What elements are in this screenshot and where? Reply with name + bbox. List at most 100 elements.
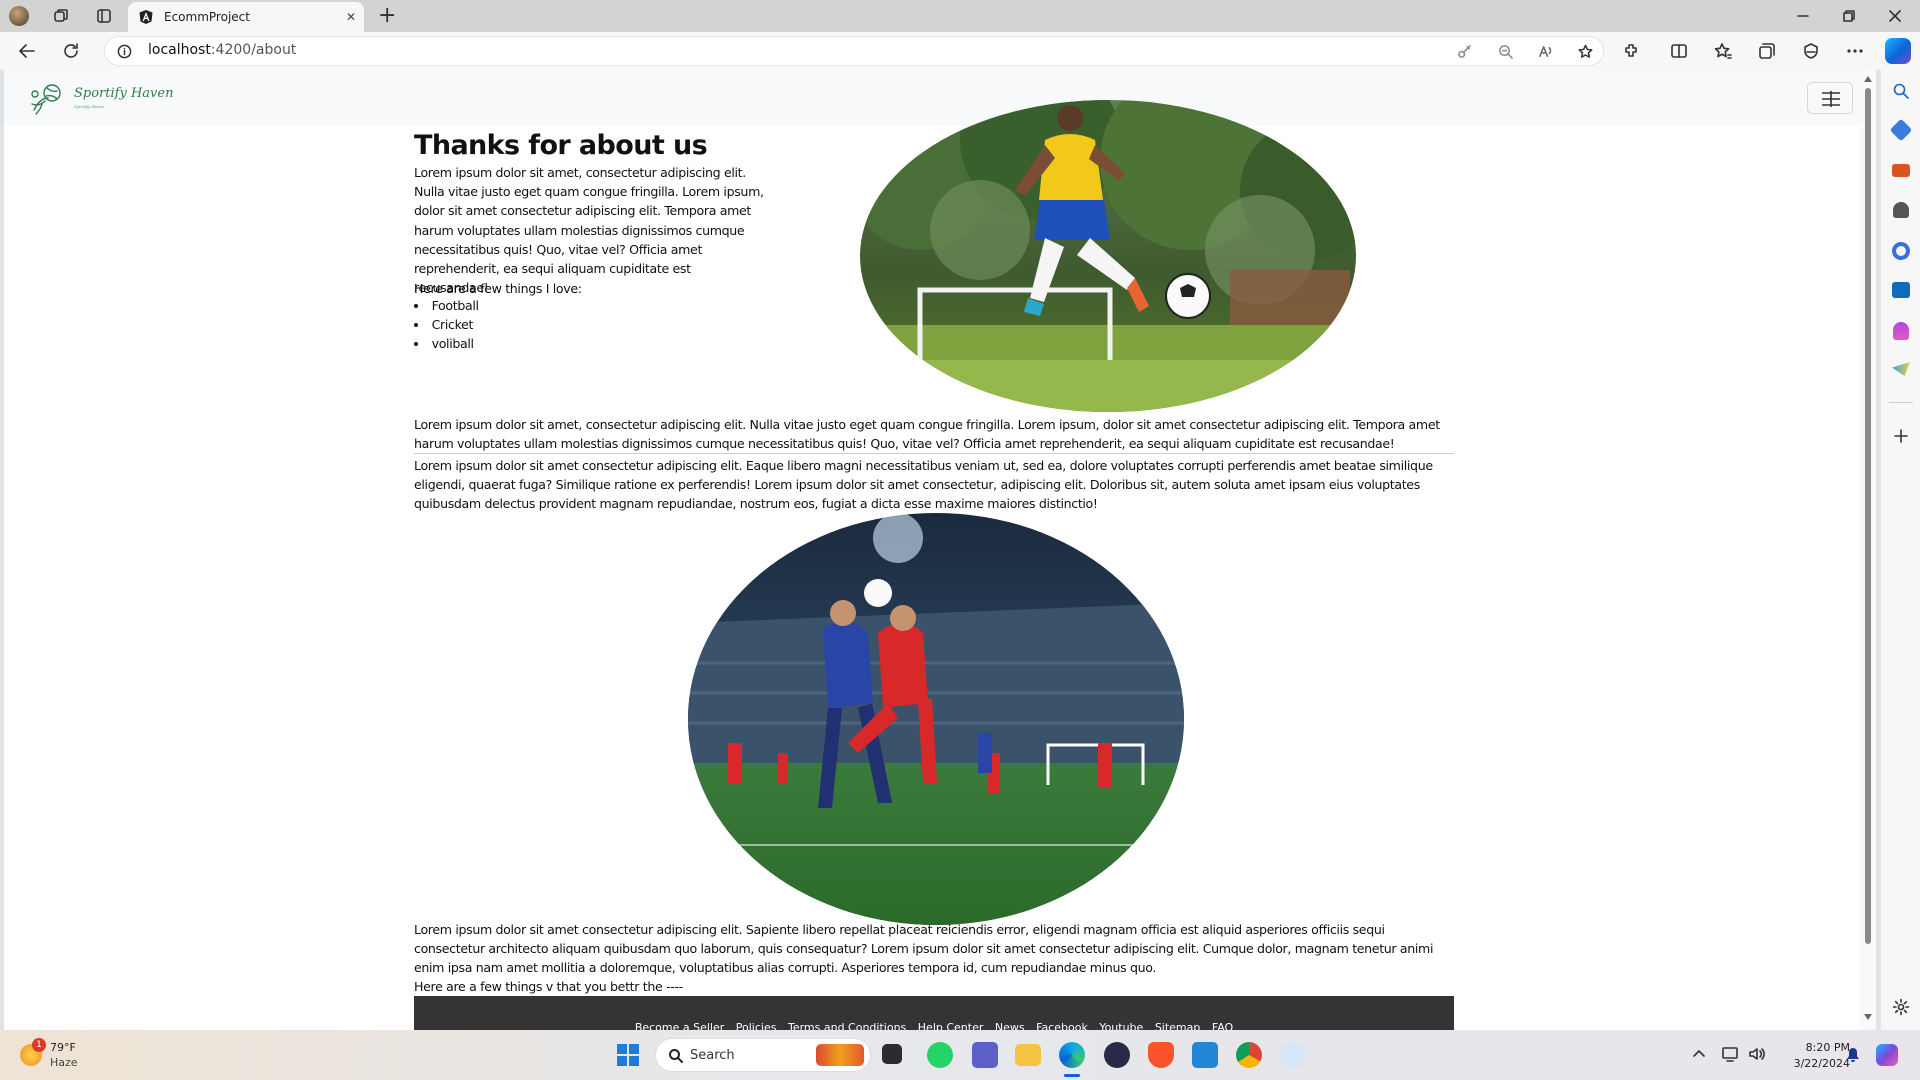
page-viewport: Sportify Haven Sportify Haven Thanks for… xyxy=(4,70,1860,1030)
games-sidebar-icon[interactable] xyxy=(1893,202,1909,218)
address-bar[interactable] xyxy=(104,36,1604,66)
few-things-text: Here are a few things v that you bettr t… xyxy=(414,979,683,994)
footer-link-news[interactable]: News xyxy=(995,1021,1025,1030)
taskbar-search[interactable]: Search xyxy=(655,1038,871,1072)
angular-favicon-icon xyxy=(139,10,153,24)
back-icon[interactable] xyxy=(18,42,36,60)
taskbar: 1 79°F Haze xyxy=(0,1030,1920,1080)
minimize-icon[interactable] xyxy=(1797,10,1809,22)
paragraph-3: Lorem ipsum dolor sit amet consectetur a… xyxy=(414,458,1433,512)
url-text[interactable]: localhost:4200/about xyxy=(148,42,296,58)
sportify-logo-icon[interactable] xyxy=(26,80,70,118)
site-info-icon[interactable] xyxy=(117,44,132,59)
microsoft365-sidebar-icon[interactable] xyxy=(1892,242,1910,260)
browser-essentials-icon[interactable] xyxy=(1802,42,1820,60)
start-pane xyxy=(629,1056,639,1066)
intro-paragraph: Lorem ipsum dolor sit amet, consectetur … xyxy=(414,165,764,296)
active-tab[interactable]: EcommProject ✕ xyxy=(128,2,364,32)
close-window-icon[interactable] xyxy=(1889,10,1901,22)
site-footer: Become a Seller Policies Terms and Condi… xyxy=(414,996,1454,1030)
copilot-taskbar-icon[interactable] xyxy=(1876,1044,1898,1066)
likes-list: Football Cricket voliball xyxy=(414,296,479,354)
read-aloud-icon[interactable] xyxy=(1538,44,1553,59)
sidebar-settings-icon[interactable] xyxy=(1892,998,1910,1016)
search-sidebar-icon[interactable] xyxy=(1892,82,1910,100)
vscode-icon[interactable] xyxy=(1192,1042,1218,1068)
zoom-out-icon[interactable] xyxy=(1498,44,1513,59)
logo-text[interactable]: Sportify Haven xyxy=(74,86,173,101)
chrome-icon[interactable] xyxy=(1236,1042,1262,1068)
shopping-sidebar-icon[interactable] xyxy=(1889,118,1913,142)
key-icon[interactable] xyxy=(1457,44,1472,59)
list-item: Cricket xyxy=(414,315,479,334)
stadium-players-image xyxy=(688,513,1184,925)
brave-icon[interactable] xyxy=(1148,1042,1174,1068)
profile-avatar[interactable] xyxy=(9,6,29,26)
footer-link-become-seller[interactable]: Become a Seller xyxy=(635,1021,724,1030)
scrollbar-thumb[interactable] xyxy=(1865,88,1871,944)
footer-link-help-center[interactable]: Help Center xyxy=(918,1021,984,1030)
soccer-ball-icon xyxy=(864,579,892,607)
edge-taskbar-icon[interactable] xyxy=(1059,1042,1085,1068)
scroll-up-icon[interactable] xyxy=(1864,76,1872,82)
footer-link-faq[interactable]: FAQ xyxy=(1212,1021,1233,1030)
search-placeholder: Search xyxy=(690,1048,735,1063)
logo-tagline: Sportify Haven xyxy=(74,104,105,109)
favorites-icon[interactable] xyxy=(1714,42,1732,60)
outlook-sidebar-icon[interactable] xyxy=(1892,282,1910,298)
folder-icon[interactable] xyxy=(1015,1044,1041,1066)
extensions-icon[interactable] xyxy=(1622,42,1640,60)
clock-date[interactable]: 3/22/2024 xyxy=(1784,1057,1850,1070)
search-highlight-icon xyxy=(816,1044,864,1066)
tray-overflow-icon[interactable] xyxy=(1693,1048,1705,1058)
edge-sidebar xyxy=(1880,70,1920,1030)
favorite-star-icon[interactable] xyxy=(1578,44,1593,59)
footer-link-youtube[interactable]: Youtube xyxy=(1099,1021,1143,1030)
navbar-toggle-button[interactable] xyxy=(1807,82,1853,114)
windows-start-icon[interactable] xyxy=(617,1044,639,1066)
vertical-tabs-icon[interactable] xyxy=(96,8,112,24)
url-path: :4200/about xyxy=(210,42,297,58)
volume-icon[interactable] xyxy=(1748,1046,1766,1062)
app-navbar: Sportify Haven Sportify Haven xyxy=(4,70,1860,126)
media-player-icon[interactable] xyxy=(1104,1042,1130,1068)
divider xyxy=(414,453,1454,454)
restore-icon[interactable] xyxy=(1843,10,1855,22)
refresh-icon[interactable] xyxy=(62,42,80,60)
hamburger-menu-icon xyxy=(1822,91,1840,107)
footer-link-sitemap[interactable]: Sitemap xyxy=(1155,1021,1201,1030)
add-sidebar-icon[interactable] xyxy=(1893,428,1909,444)
stadium-players-illustration xyxy=(688,513,1184,925)
close-tab-icon[interactable]: ✕ xyxy=(346,10,356,24)
weather-desc[interactable]: Haze xyxy=(50,1056,78,1069)
whatsapp-icon[interactable] xyxy=(927,1042,953,1068)
clock-time[interactable]: 8:20 PM xyxy=(1792,1041,1850,1054)
collections-icon[interactable] xyxy=(1758,42,1776,60)
weather-temp[interactable]: 79°F xyxy=(50,1041,76,1054)
page-title: Thanks for about us xyxy=(414,130,708,161)
designer-sidebar-icon[interactable] xyxy=(1893,322,1909,340)
file-explorer-icon[interactable] xyxy=(882,1044,902,1064)
start-pane xyxy=(617,1044,627,1054)
network-icon[interactable] xyxy=(1722,1046,1740,1062)
teams-icon[interactable] xyxy=(972,1042,998,1068)
edge-active-indicator xyxy=(1064,1074,1080,1077)
telegram-sidebar-icon[interactable] xyxy=(1892,362,1910,376)
search-icon xyxy=(669,1049,683,1063)
notification-bell-icon[interactable] xyxy=(1846,1047,1860,1063)
footer-link-facebook[interactable]: Facebook xyxy=(1036,1021,1088,1030)
copilot-icon[interactable] xyxy=(1885,38,1911,64)
app-icon[interactable] xyxy=(1280,1042,1306,1068)
split-screen-icon[interactable] xyxy=(1670,42,1688,60)
workspaces-icon[interactable] xyxy=(53,8,69,24)
scroll-down-icon[interactable] xyxy=(1864,1014,1872,1020)
footer-link-policies[interactable]: Policies xyxy=(736,1021,777,1030)
footer-link-terms[interactable]: Terms and Conditions xyxy=(788,1021,906,1030)
url-host: localhost xyxy=(148,42,211,58)
new-tab-button[interactable]: + xyxy=(378,3,396,28)
list-item: Football xyxy=(414,296,479,315)
start-pane xyxy=(617,1056,627,1066)
tab-title: EcommProject xyxy=(164,10,250,24)
more-options-icon[interactable] xyxy=(1846,48,1864,54)
tools-sidebar-icon[interactable] xyxy=(1892,164,1910,177)
